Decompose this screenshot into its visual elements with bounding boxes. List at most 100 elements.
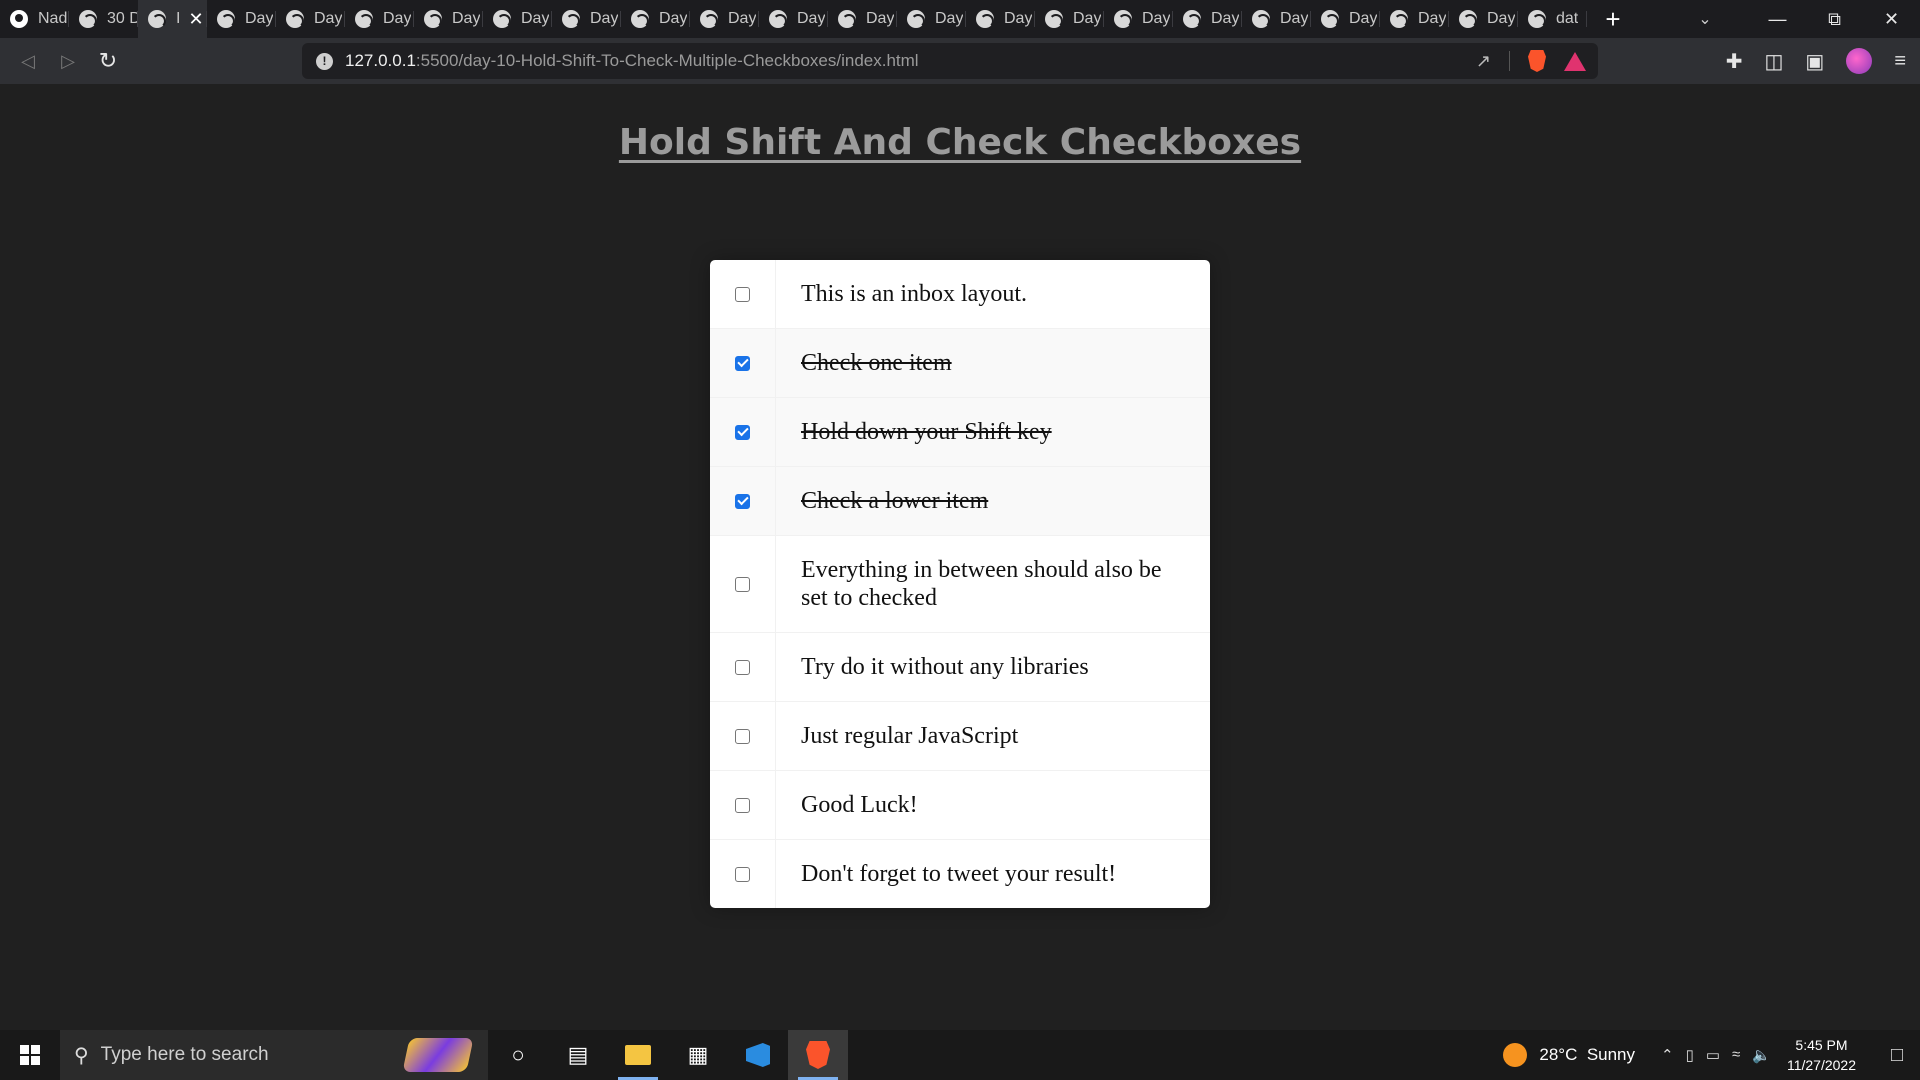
item-checkbox[interactable] (735, 493, 750, 509)
item-checkbox[interactable] (735, 424, 750, 440)
brave-rewards-icon[interactable] (1564, 51, 1586, 71)
inbox-item: Just regular JavaScript (710, 702, 1210, 771)
minimize-icon[interactable]: — (1749, 0, 1806, 38)
browser-tab[interactable]: Day (414, 0, 483, 38)
tray-icons: ⌃ ▯ ▭ ≈ 🔈 (1661, 1046, 1771, 1064)
browser-tab[interactable]: Day (1242, 0, 1311, 38)
browser-tab[interactable]: Day (690, 0, 759, 38)
browser-tab[interactable]: Day (1380, 0, 1449, 38)
extensions-icon[interactable]: ✚ (1726, 49, 1743, 74)
weather-widget[interactable]: 28°C Sunny (1539, 1045, 1635, 1065)
close-window-icon[interactable]: ✕ (1863, 0, 1920, 38)
browser-tab[interactable]: Day (966, 0, 1035, 38)
tab-label: Day (383, 10, 412, 27)
new-tab-button[interactable]: + (1593, 0, 1633, 38)
wallet-icon[interactable]: ▣ (1805, 49, 1824, 74)
item-text: Don't forget to tweet your result! (801, 861, 1117, 887)
item-text: Hold down your Shift key (801, 419, 1052, 445)
vscode-icon[interactable] (728, 1030, 788, 1080)
item-checkbox[interactable] (735, 576, 750, 592)
browser-tab[interactable]: 30 D (69, 0, 138, 38)
browser-tab[interactable]: Day (1311, 0, 1380, 38)
menu-icon[interactable]: ≡ (1894, 50, 1906, 73)
item-checkbox[interactable] (735, 797, 750, 813)
browser-tab[interactable]: Day (1104, 0, 1173, 38)
inbox-item: Try do it without any libraries (710, 633, 1210, 702)
checkbox-cell (710, 771, 776, 839)
tab-search-chevron-icon[interactable]: ⌄ (1685, 0, 1725, 38)
browser-toolbar: ◁ ▷ ↻ ! 127.0.0.1:5500/day-10-Hold-Shift… (0, 38, 1920, 84)
start-button[interactable] (0, 1030, 60, 1080)
battery-icon[interactable]: ▭ (1706, 1046, 1720, 1064)
browser-tab[interactable]: Day (828, 0, 897, 38)
task-view-icon[interactable]: ▤ (548, 1030, 608, 1080)
browser-tab[interactable]: Day (1173, 0, 1242, 38)
wifi-icon[interactable]: ≈ (1732, 1046, 1740, 1064)
tab-label: Day (1142, 10, 1171, 27)
windows-logo-icon (20, 1045, 40, 1065)
item-checkbox[interactable] (735, 286, 750, 302)
globe-icon (769, 10, 787, 28)
browser-tab[interactable]: Day (345, 0, 414, 38)
tab-label: Day (1004, 10, 1033, 27)
browser-tab[interactable]: Day (1035, 0, 1104, 38)
reload-icon[interactable]: ↻ (88, 41, 128, 81)
meet-now-icon[interactable]: ▯ (1686, 1046, 1694, 1064)
globe-icon (424, 10, 442, 28)
tab-label: dat (1556, 10, 1579, 27)
checkbox-cell (710, 398, 776, 466)
browser-tab[interactable]: I ✕ (138, 0, 207, 38)
address-bar[interactable]: ! 127.0.0.1:5500/day-10-Hold-Shift-To-Ch… (302, 43, 1598, 79)
globe-icon (1252, 10, 1270, 28)
clock[interactable]: 5:45 PM 11/27/2022 (1787, 1035, 1856, 1075)
page-title: Hold Shift And Check Checkboxes (618, 122, 1302, 163)
sidebar-icon[interactable]: ◫ (1765, 49, 1784, 74)
back-arrow-icon[interactable]: ◁ (8, 41, 48, 81)
close-tab-icon[interactable]: ✕ (188, 9, 203, 30)
globe-icon (907, 10, 925, 28)
browser-tab[interactable]: Day (759, 0, 828, 38)
volume-icon[interactable]: 🔈 (1752, 1046, 1771, 1064)
browser-tab[interactable]: dat (1518, 0, 1587, 38)
taskbar-search[interactable]: ⚲ Type here to search (60, 1030, 488, 1080)
notification-icon[interactable]: □ (1874, 1044, 1920, 1067)
restore-icon[interactable]: ⧉ (1806, 0, 1863, 38)
forward-arrow-icon[interactable]: ▷ (48, 41, 88, 81)
browser-tab[interactable]: Nad (0, 0, 69, 38)
browser-tab[interactable]: Day (276, 0, 345, 38)
item-checkbox[interactable] (735, 866, 750, 882)
browser-tab[interactable]: Day (483, 0, 552, 38)
brave-shields-icon[interactable] (1528, 50, 1546, 72)
tab-label: Day (452, 10, 481, 27)
browser-tab[interactable]: Day (552, 0, 621, 38)
item-checkbox[interactable] (735, 355, 750, 371)
item-text: Just regular JavaScript (801, 723, 1019, 749)
site-info-icon[interactable]: ! (316, 52, 333, 70)
tab-label: Day (245, 10, 274, 27)
browser-tab[interactable]: Day (1449, 0, 1518, 38)
checkbox-cell (710, 840, 776, 908)
share-icon[interactable]: ↗ (1476, 51, 1491, 72)
file-explorer-icon[interactable] (608, 1030, 668, 1080)
brave-browser-icon[interactable] (788, 1030, 848, 1080)
clock-time: 5:45 PM (1795, 1037, 1848, 1053)
item-text: Good Luck! (801, 792, 918, 818)
chevron-up-icon[interactable]: ⌃ (1661, 1046, 1674, 1064)
tab-label: Day (1211, 10, 1240, 27)
browser-tab[interactable]: Day (897, 0, 966, 38)
page-viewport: Hold Shift And Check Checkboxes This is … (0, 84, 1920, 1030)
globe-icon (700, 10, 718, 28)
tab-label: Day (1487, 10, 1516, 27)
globe-icon (79, 10, 97, 28)
inbox-item: Good Luck! (710, 771, 1210, 840)
weather-sun-icon[interactable] (1503, 1043, 1528, 1067)
browser-tab[interactable]: Day (207, 0, 276, 38)
item-checkbox[interactable] (735, 728, 750, 744)
profile-avatar-icon[interactable] (1846, 48, 1873, 74)
cortana-icon[interactable]: ○ (488, 1030, 548, 1080)
url-host: 127.0.0.1 (345, 51, 416, 70)
browser-tab[interactable]: Day (621, 0, 690, 38)
checkbox-cell (710, 260, 776, 328)
app-icon[interactable]: ▦ (668, 1030, 728, 1080)
item-checkbox[interactable] (735, 659, 750, 675)
